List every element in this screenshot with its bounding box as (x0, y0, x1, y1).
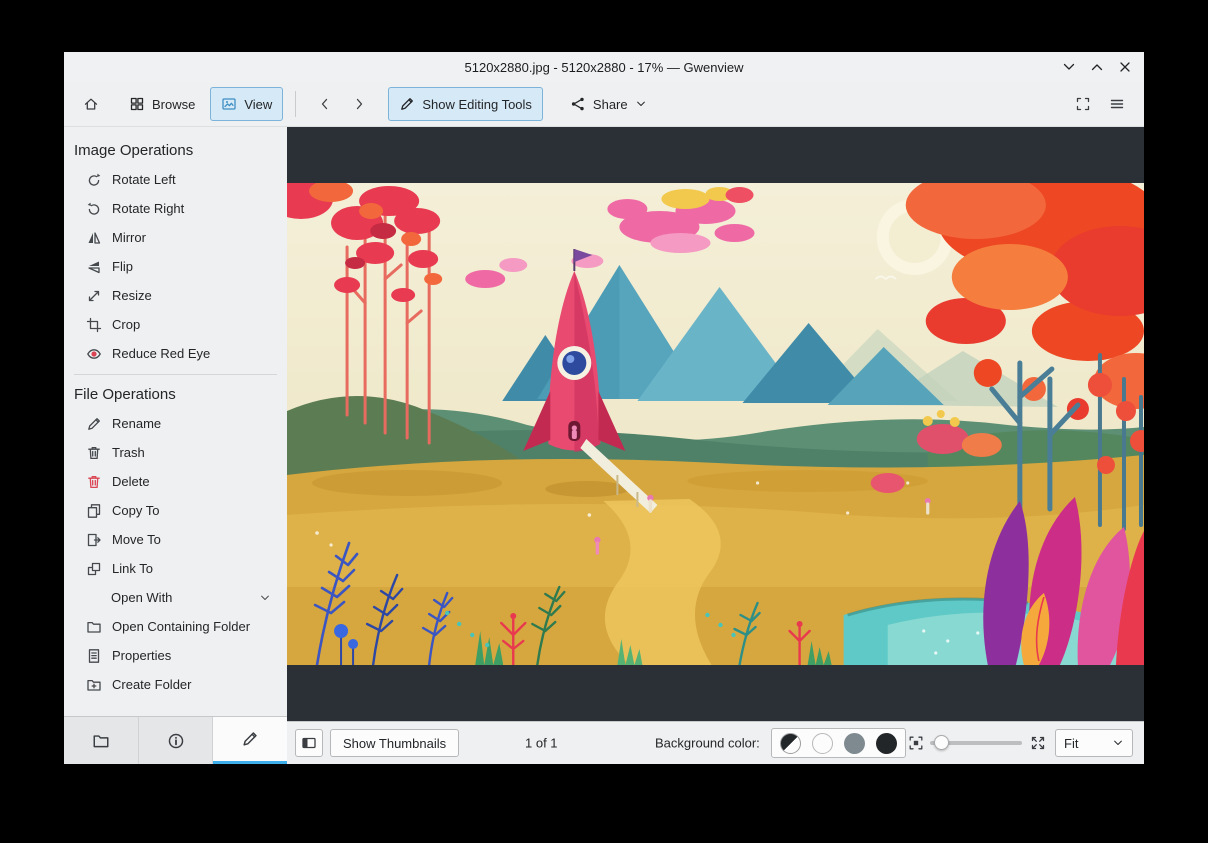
back-chevron-icon (317, 96, 333, 112)
trash-icon (86, 445, 102, 461)
page-indicator: 1 of 1 (525, 735, 558, 751)
statusbar: Show Thumbnails 1 of 1 Background color:… (287, 721, 1144, 764)
toolbar: Browse View Show Editing Tools Share (64, 82, 1144, 127)
file-operations-heading: File Operations (74, 386, 176, 403)
sidebar-item-rotate-left[interactable]: Rotate Left (64, 165, 287, 194)
thumbnail-bar-toggle-icon (301, 735, 317, 751)
sidebar-item-rotate-right[interactable]: Rotate Right (64, 194, 287, 223)
zoom-actual-icon[interactable] (1030, 735, 1046, 751)
bg-swatch-gray[interactable] (844, 732, 865, 754)
sidebar-separator (74, 374, 277, 375)
sidebar: Image Operations Rotate Left Rotate Righ… (64, 127, 288, 764)
zoom-slider[interactable] (930, 735, 1022, 751)
bg-swatch-auto[interactable] (780, 732, 801, 754)
show-thumbnails-button[interactable]: Show Thumbnails (330, 729, 460, 757)
fit-view-icon (1075, 96, 1091, 112)
chevron-down-icon (259, 592, 271, 604)
move-icon (86, 532, 102, 548)
sidebar-item-copy-to[interactable]: Copy To (64, 496, 287, 525)
new-folder-icon (86, 677, 102, 693)
gwenview-window: 5120x2880.jpg - 5120x2880 - 17% — Gwenvi… (64, 52, 1144, 764)
sidebar-item-mirror[interactable]: Mirror (64, 223, 287, 252)
zoom-slider-handle[interactable] (934, 735, 949, 750)
share-icon (570, 96, 586, 112)
show-editing-tools-button[interactable]: Show Editing Tools (388, 87, 543, 121)
background-color-label: Background color: (655, 735, 760, 751)
link-icon (86, 561, 102, 577)
rotate-left-icon (86, 172, 102, 188)
hamburger-menu-button[interactable] (1100, 88, 1134, 120)
sidebar-item-flip[interactable]: Flip (64, 252, 287, 281)
crop-icon (86, 317, 102, 333)
resize-icon (86, 288, 102, 304)
sidebar-item-reduce-red-eye[interactable]: Reduce Red Eye (64, 339, 287, 368)
sidebar-item-trash[interactable]: Trash (64, 438, 287, 467)
pencil-icon (241, 730, 259, 748)
pencil-icon (86, 416, 102, 432)
sidebar-item-rename[interactable]: Rename (64, 409, 287, 438)
sidebar-item-properties[interactable]: Properties (64, 641, 287, 670)
back-button[interactable] (308, 88, 342, 120)
window-title: 5120x2880.jpg - 5120x2880 - 17% — Gwenvi… (464, 59, 744, 75)
sidebar-item-link-to[interactable]: Link To (64, 554, 287, 583)
browse-button[interactable]: Browse (118, 87, 206, 121)
viewed-image[interactable] (287, 183, 1144, 665)
sidebar-tabs (64, 716, 288, 764)
sidebar-item-delete[interactable]: Delete (64, 467, 287, 496)
share-button[interactable]: Share (559, 87, 658, 121)
image-view[interactable] (287, 127, 1144, 721)
view-button[interactable]: View (210, 87, 284, 121)
rotate-right-icon (86, 201, 102, 217)
image-operations-heading: Image Operations (74, 142, 194, 159)
sidebar-operations-panel: Image Operations Rotate Left Rotate Righ… (64, 127, 287, 716)
zoom-mode-dropdown[interactable]: Fit (1055, 729, 1133, 757)
thumbnail-bar-toggle-button[interactable] (295, 729, 323, 757)
fit-view-button[interactable] (1066, 88, 1100, 120)
folder-icon (86, 619, 102, 635)
home-icon (83, 96, 99, 112)
pencil-icon (399, 96, 415, 112)
browse-grid-icon (129, 96, 145, 112)
tab-information[interactable] (138, 717, 214, 764)
close-button[interactable] (1116, 58, 1134, 76)
info-icon (167, 732, 185, 750)
forward-chevron-icon (351, 96, 367, 112)
maximize-button[interactable] (1088, 58, 1106, 76)
hamburger-menu-icon (1109, 96, 1125, 112)
toolbar-separator (295, 91, 297, 117)
bg-swatch-black[interactable] (876, 732, 897, 754)
sidebar-item-crop[interactable]: Crop (64, 310, 287, 339)
chevron-down-icon (1112, 737, 1124, 749)
home-button[interactable] (74, 88, 108, 120)
mirror-icon (86, 230, 102, 246)
sidebar-item-move-to[interactable]: Move To (64, 525, 287, 554)
forward-button[interactable] (342, 88, 376, 120)
background-color-swatches (771, 728, 906, 758)
viewed-image-artwork (287, 183, 1144, 665)
delete-icon (86, 474, 102, 490)
view-image-icon (221, 96, 237, 112)
tab-operations[interactable] (213, 717, 288, 764)
tab-folders[interactable] (64, 717, 139, 764)
flip-icon (86, 259, 102, 275)
zoom-fit-icon[interactable] (908, 735, 924, 751)
properties-icon (86, 648, 102, 664)
sidebar-item-open-containing-folder[interactable]: Open Containing Folder (64, 612, 287, 641)
chevron-down-icon (635, 98, 647, 110)
red-eye-icon (86, 346, 102, 362)
sidebar-item-create-folder[interactable]: Create Folder (64, 670, 287, 699)
titlebar[interactable]: 5120x2880.jpg - 5120x2880 - 17% — Gwenvi… (64, 52, 1144, 82)
minimize-button[interactable] (1060, 58, 1078, 76)
bg-swatch-white[interactable] (812, 732, 833, 754)
copy-icon (86, 503, 102, 519)
sidebar-item-open-with[interactable]: Open With (64, 583, 287, 612)
folder-icon (92, 732, 110, 750)
window-controls (1060, 52, 1134, 82)
sidebar-item-resize[interactable]: Resize (64, 281, 287, 310)
